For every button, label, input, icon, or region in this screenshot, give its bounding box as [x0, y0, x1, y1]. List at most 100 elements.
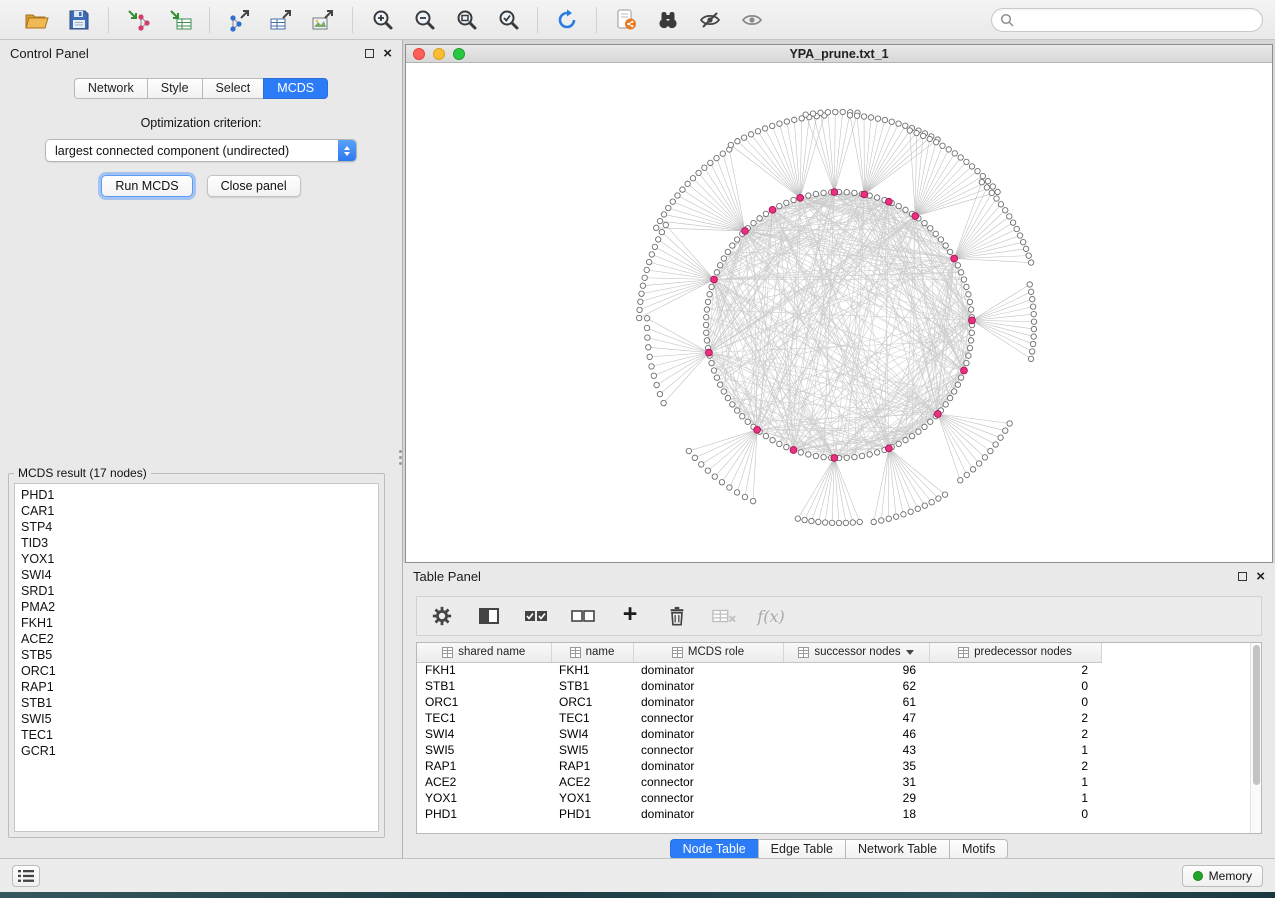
mcds-result-item[interactable]: YOX1	[21, 551, 378, 567]
cell-predecessors[interactable]: 0	[929, 806, 1101, 822]
cell-predecessors[interactable]: 1	[929, 742, 1101, 758]
cell-predecessors[interactable]: 1	[929, 774, 1101, 790]
cell-role[interactable]: dominator	[633, 806, 783, 822]
cell-shared-name[interactable]: ACE2	[417, 774, 551, 790]
zoom-in-button[interactable]	[366, 4, 398, 36]
cell-role[interactable]: dominator	[633, 694, 783, 710]
mcds-result-item[interactable]: STP4	[21, 519, 378, 535]
cell-role[interactable]: connector	[633, 742, 783, 758]
cell-shared-name[interactable]: FKH1	[417, 662, 551, 678]
cell-successors[interactable]: 43	[783, 742, 929, 758]
zoom-out-button[interactable]	[408, 4, 440, 36]
cell-name[interactable]: PHD1	[551, 806, 633, 822]
cell-role[interactable]: dominator	[633, 726, 783, 742]
column-header-shared-name[interactable]: shared name	[417, 643, 551, 662]
cell-name[interactable]: ACE2	[551, 774, 633, 790]
select-all-rows-button[interactable]	[523, 603, 549, 629]
status-menu-button[interactable]	[12, 865, 40, 887]
tab-edge-table[interactable]: Edge Table	[758, 839, 845, 859]
tab-network[interactable]: Network	[74, 78, 147, 99]
tab-network-table[interactable]: Network Table	[845, 839, 949, 859]
tab-mcds[interactable]: MCDS	[263, 78, 328, 99]
export-network-button[interactable]	[223, 4, 255, 36]
cell-role[interactable]: dominator	[633, 758, 783, 774]
mcds-result-item[interactable]: SWI4	[21, 567, 378, 583]
show-graphics-details-button[interactable]	[736, 4, 768, 36]
cell-successors[interactable]: 31	[783, 774, 929, 790]
mcds-result-item[interactable]: CAR1	[21, 503, 378, 519]
cell-predecessors[interactable]: 0	[929, 694, 1101, 710]
cell-role[interactable]: dominator	[633, 662, 783, 678]
cell-shared-name[interactable]: ORC1	[417, 694, 551, 710]
float-panel-icon[interactable]	[365, 49, 374, 58]
cell-name[interactable]: ORC1	[551, 694, 633, 710]
share-network-button[interactable]	[610, 4, 642, 36]
mcds-result-item[interactable]: STB5	[21, 647, 378, 663]
cell-name[interactable]: SWI5	[551, 742, 633, 758]
table-scrollbar[interactable]	[1250, 643, 1261, 833]
column-header-mcds-role[interactable]: MCDS role	[633, 643, 783, 662]
column-header-successor-nodes[interactable]: successor nodes	[783, 643, 929, 662]
create-column-button[interactable]: +	[617, 602, 643, 628]
close-panel-icon[interactable]: ×	[383, 46, 392, 61]
cell-predecessors[interactable]: 2	[929, 710, 1101, 726]
tab-select[interactable]: Select	[202, 78, 264, 99]
float-table-panel-icon[interactable]	[1238, 572, 1247, 581]
table-row[interactable]: ORC1ORC1dominator610	[417, 694, 1101, 710]
cell-successors[interactable]: 62	[783, 678, 929, 694]
mcds-result-item[interactable]: PMA2	[21, 599, 378, 615]
tab-style[interactable]: Style	[147, 78, 202, 99]
column-header-name[interactable]: name	[551, 643, 633, 662]
cell-name[interactable]: YOX1	[551, 790, 633, 806]
cell-shared-name[interactable]: STB1	[417, 678, 551, 694]
cell-shared-name[interactable]: SWI5	[417, 742, 551, 758]
cell-shared-name[interactable]: PHD1	[417, 806, 551, 822]
import-table-button[interactable]	[164, 4, 196, 36]
network-window-titlebar[interactable]: YPA_prune.txt_1	[406, 45, 1272, 63]
cell-successors[interactable]: 18	[783, 806, 929, 822]
close-table-panel-icon[interactable]: ×	[1256, 569, 1265, 584]
delete-column-button[interactable]	[664, 603, 690, 629]
mcds-result-item[interactable]: TID3	[21, 535, 378, 551]
search-network-button[interactable]	[652, 4, 684, 36]
cell-successors[interactable]: 61	[783, 694, 929, 710]
window-zoom-traffic-light[interactable]	[453, 48, 465, 60]
panel-splitter-handle[interactable]	[399, 450, 402, 465]
cell-predecessors[interactable]: 2	[929, 662, 1101, 678]
cell-name[interactable]: FKH1	[551, 662, 633, 678]
mcds-result-item[interactable]: STB1	[21, 695, 378, 711]
cell-role[interactable]: connector	[633, 774, 783, 790]
tab-node-table[interactable]: Node Table	[670, 839, 758, 859]
table-options-button[interactable]	[429, 603, 455, 629]
cell-role[interactable]: dominator	[633, 678, 783, 694]
cell-successors[interactable]: 46	[783, 726, 929, 742]
search-input[interactable]	[1019, 13, 1254, 27]
table-row[interactable]: SWI5SWI5connector431	[417, 742, 1101, 758]
table-scrollbar-thumb[interactable]	[1253, 645, 1260, 785]
window-close-traffic-light[interactable]	[413, 48, 425, 60]
cell-name[interactable]: STB1	[551, 678, 633, 694]
export-table-button[interactable]	[265, 4, 297, 36]
save-session-button[interactable]	[63, 4, 95, 36]
mcds-result-item[interactable]: TEC1	[21, 727, 378, 743]
table-row[interactable]: RAP1RAP1dominator352	[417, 758, 1101, 774]
cell-successors[interactable]: 96	[783, 662, 929, 678]
mcds-result-item[interactable]: GCR1	[21, 743, 378, 759]
column-header-predecessor-nodes[interactable]: predecessor nodes	[929, 643, 1101, 662]
mcds-result-item[interactable]: PHD1	[21, 487, 378, 503]
table-row[interactable]: SWI4SWI4dominator462	[417, 726, 1101, 742]
table-row[interactable]: STB1STB1dominator620	[417, 678, 1101, 694]
apply-style-button[interactable]	[551, 4, 583, 36]
criterion-select[interactable]: largest connected component (undirected)	[45, 139, 357, 162]
cell-predecessors[interactable]: 2	[929, 726, 1101, 742]
deselect-all-rows-button[interactable]	[570, 603, 596, 629]
mcds-result-item[interactable]: FKH1	[21, 615, 378, 631]
cell-successors[interactable]: 35	[783, 758, 929, 774]
tab-motifs[interactable]: Motifs	[949, 839, 1008, 859]
table-row[interactable]: YOX1YOX1connector291	[417, 790, 1101, 806]
cell-predecessors[interactable]: 1	[929, 790, 1101, 806]
cell-predecessors[interactable]: 0	[929, 678, 1101, 694]
table-row[interactable]: ACE2ACE2connector311	[417, 774, 1101, 790]
cell-name[interactable]: SWI4	[551, 726, 633, 742]
window-minimize-traffic-light[interactable]	[433, 48, 445, 60]
